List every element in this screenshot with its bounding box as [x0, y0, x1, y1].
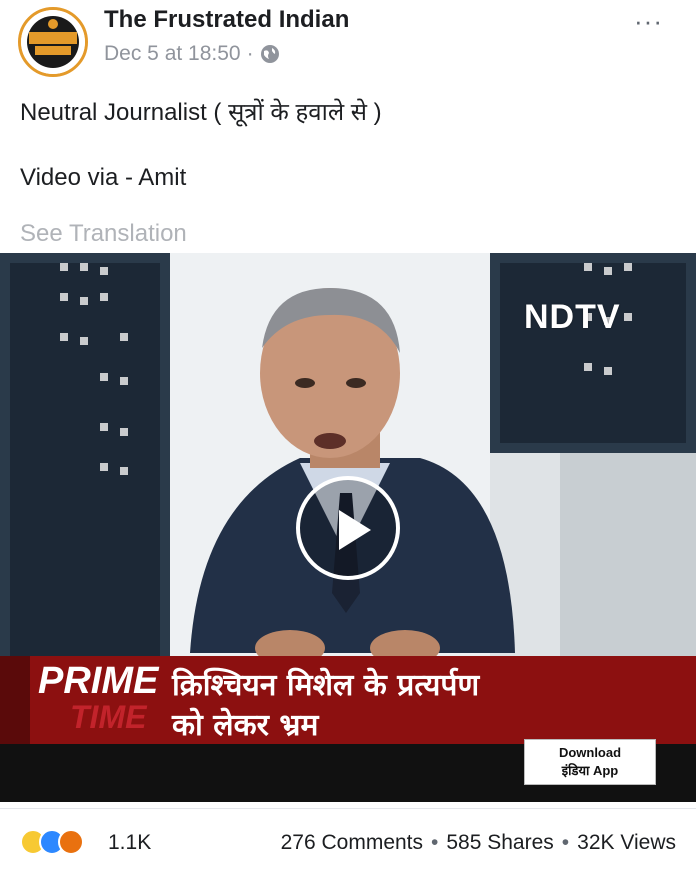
- views-count[interactable]: 32K Views: [577, 831, 676, 855]
- show-name-time: TIME: [70, 699, 147, 735]
- shares-count[interactable]: 585 Shares: [446, 831, 553, 855]
- more-options-icon[interactable]: ···: [634, 6, 663, 37]
- download-app-name: इंडिया App: [561, 763, 619, 778]
- see-translation-link[interactable]: See Translation: [20, 220, 187, 248]
- ticker-accent: [0, 656, 30, 744]
- show-name-prime: PRIME: [38, 660, 159, 702]
- page-avatar[interactable]: [18, 7, 88, 77]
- reaction-count[interactable]: 1.1K: [108, 831, 151, 855]
- post-text-line-2: Video via - Amit: [20, 164, 187, 191]
- post-header: The Frustrated Indian Dec 5 at 18:50 · ·…: [0, 0, 696, 86]
- stat-separator: •: [561, 831, 570, 854]
- video-player[interactable]: NDTV PRIME TIME क्रिश्चियन मिशेल के प्रत…: [0, 253, 696, 802]
- post-footer: 1.1K 276 Comments • 585 Shares • 32K Vie…: [0, 808, 696, 869]
- download-label: Download: [558, 745, 622, 760]
- ticker-headline-line-2: को लेकर भ्रम: [172, 708, 319, 743]
- comments-count[interactable]: 276 Comments: [281, 831, 423, 855]
- download-app-badge: Download इंडिया App: [524, 739, 656, 785]
- ticker-headline-line-1: क्रिश्चियन मिशेल के प्रत्यर्पण: [172, 668, 480, 703]
- play-icon[interactable]: [296, 476, 400, 580]
- meta-separator: ·: [246, 42, 254, 65]
- page-name-link[interactable]: The Frustrated Indian: [104, 6, 349, 34]
- post-meta: Dec 5 at 18:50 ·: [104, 42, 280, 66]
- reaction-icons[interactable]: [20, 829, 84, 855]
- ndtv-logo: NDTV: [524, 298, 621, 336]
- stat-separator: •: [431, 831, 439, 854]
- globe-icon[interactable]: [260, 44, 280, 64]
- angry-icon: [58, 829, 84, 855]
- engagement-stats: 276 Comments • 585 Shares • 32K Views: [281, 831, 676, 855]
- post-text-line-1: Neutral Journalist ( सूत्रों के हवाले से…: [20, 99, 382, 126]
- page-logo-icon: [21, 10, 85, 74]
- post-timestamp[interactable]: Dec 5 at 18:50: [104, 42, 241, 66]
